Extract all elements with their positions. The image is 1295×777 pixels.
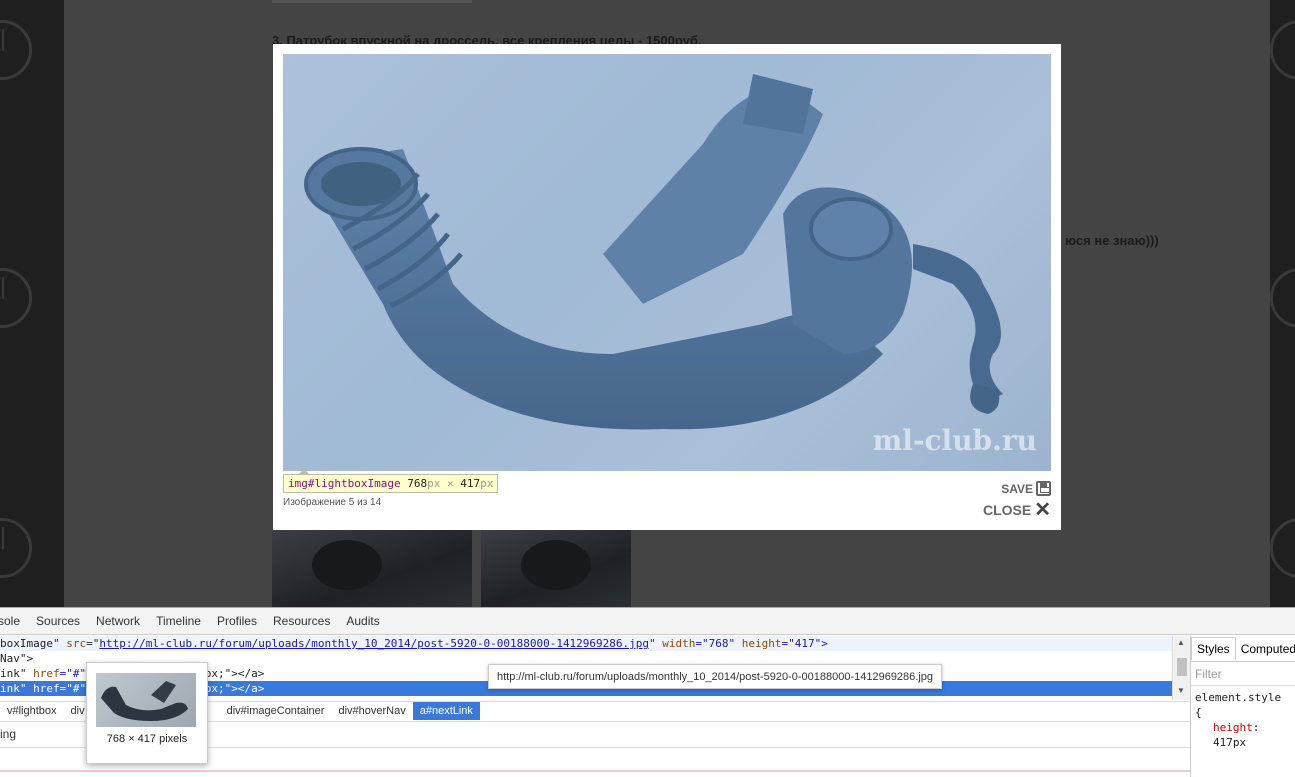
dom-tree-scrollbar[interactable]: ▲ ▼ — [1172, 636, 1190, 700]
breadcrumb-item[interactable]: div#hoverNav — [331, 702, 412, 720]
image-watermark: ml-club.ru — [872, 424, 1037, 457]
style-rule: element.style { height: 417px — [1191, 686, 1295, 754]
dom-line-img[interactable]: boxImage" src="http://ml-club.ru/forum/u… — [0, 636, 1172, 651]
image-highlight-overlay — [283, 54, 1051, 471]
mercedes-emblem-icon — [1270, 518, 1295, 578]
mercedes-emblem-icon — [0, 20, 32, 80]
site-background-left — [0, 0, 64, 607]
mercedes-emblem-icon — [0, 518, 32, 578]
breadcrumb-item-active[interactable]: a#nextLink — [412, 701, 480, 720]
tab-network[interactable]: Network — [88, 614, 148, 628]
drawer-label[interactable]: ing — [0, 727, 16, 741]
lightbox-image[interactable]: ml-club.ru — [283, 54, 1051, 471]
tab-sources[interactable]: Sources — [28, 614, 88, 628]
post-thumbnail[interactable] — [272, 530, 472, 607]
image-src-link[interactable]: http://ml-club.ru/forum/uploads/monthly_… — [99, 637, 649, 650]
tab-console[interactable]: sole — [0, 614, 28, 628]
tab-timeline[interactable]: Timeline — [148, 614, 209, 628]
tooltip-unit: px — [427, 477, 441, 490]
rule-selector: element.style { — [1195, 691, 1282, 719]
scroll-thumb[interactable] — [1177, 658, 1187, 676]
scroll-down-icon[interactable]: ▼ — [1177, 686, 1185, 695]
styles-filter-input[interactable]: Filter — [1191, 662, 1295, 686]
screen: 3. Патрубок впускной на дроссель, все кр… — [0, 0, 1295, 777]
tooltip-height: 417 — [460, 477, 481, 490]
tooltip-width: 768 — [407, 477, 428, 490]
thumbnail-edge — [272, 0, 472, 3]
styles-tab-bar: Styles Computed — [1191, 636, 1295, 662]
tab-computed[interactable]: Computed — [1236, 638, 1295, 660]
close-label: CLOSE — [983, 502, 1032, 518]
save-icon — [1036, 481, 1051, 496]
tab-profiles[interactable]: Profiles — [209, 614, 265, 628]
close-button[interactable]: CLOSE ✕ — [983, 499, 1051, 521]
style-property[interactable]: height: 417px — [1195, 720, 1291, 750]
tab-resources[interactable]: Resources — [265, 614, 338, 628]
mercedes-emblem-icon — [0, 268, 32, 328]
tooltip-selector: img#lightboxImage — [288, 477, 401, 490]
devtools-tab-bar: sole Sources Network Timeline Profiles R… — [0, 608, 1295, 635]
save-label: SAVE — [1001, 481, 1033, 496]
tab-audits[interactable]: Audits — [338, 614, 387, 628]
post-side-text: юся не знаю))) — [1065, 233, 1159, 248]
breadcrumb-item[interactable]: v#lightbox — [0, 702, 64, 720]
close-icon: ✕ — [1034, 499, 1051, 521]
tab-styles[interactable]: Styles — [1191, 637, 1236, 660]
image-counter: Изображение 5 из 14 — [283, 497, 382, 508]
mercedes-emblem-icon — [1270, 268, 1295, 328]
breadcrumb-item[interactable]: div#imageContainer — [220, 702, 332, 720]
image-preview-popup: 768 × 417 pixels — [86, 662, 208, 764]
lightbox: ml-club.ru img#lightboxImage 768px × 417… — [273, 44, 1061, 530]
tooltip-separator: × — [440, 477, 461, 490]
image-preview-dimensions: 768 × 417 pixels — [106, 733, 188, 745]
save-button[interactable]: SAVE — [1001, 481, 1051, 496]
image-preview-thumbnail — [96, 673, 196, 727]
mercedes-emblem-icon — [1270, 20, 1295, 80]
element-size-tooltip: img#lightboxImage 768px × 417px — [283, 469, 499, 493]
post-thumbnail[interactable] — [481, 530, 631, 607]
styles-pane: Styles Computed Filter element.style { h… — [1190, 636, 1295, 777]
scroll-up-icon[interactable]: ▲ — [1177, 638, 1185, 647]
tooltip-unit: px — [480, 477, 494, 490]
url-tooltip: http://ml-club.ru/forum/uploads/monthly_… — [488, 664, 943, 689]
site-background-right — [1270, 0, 1295, 607]
